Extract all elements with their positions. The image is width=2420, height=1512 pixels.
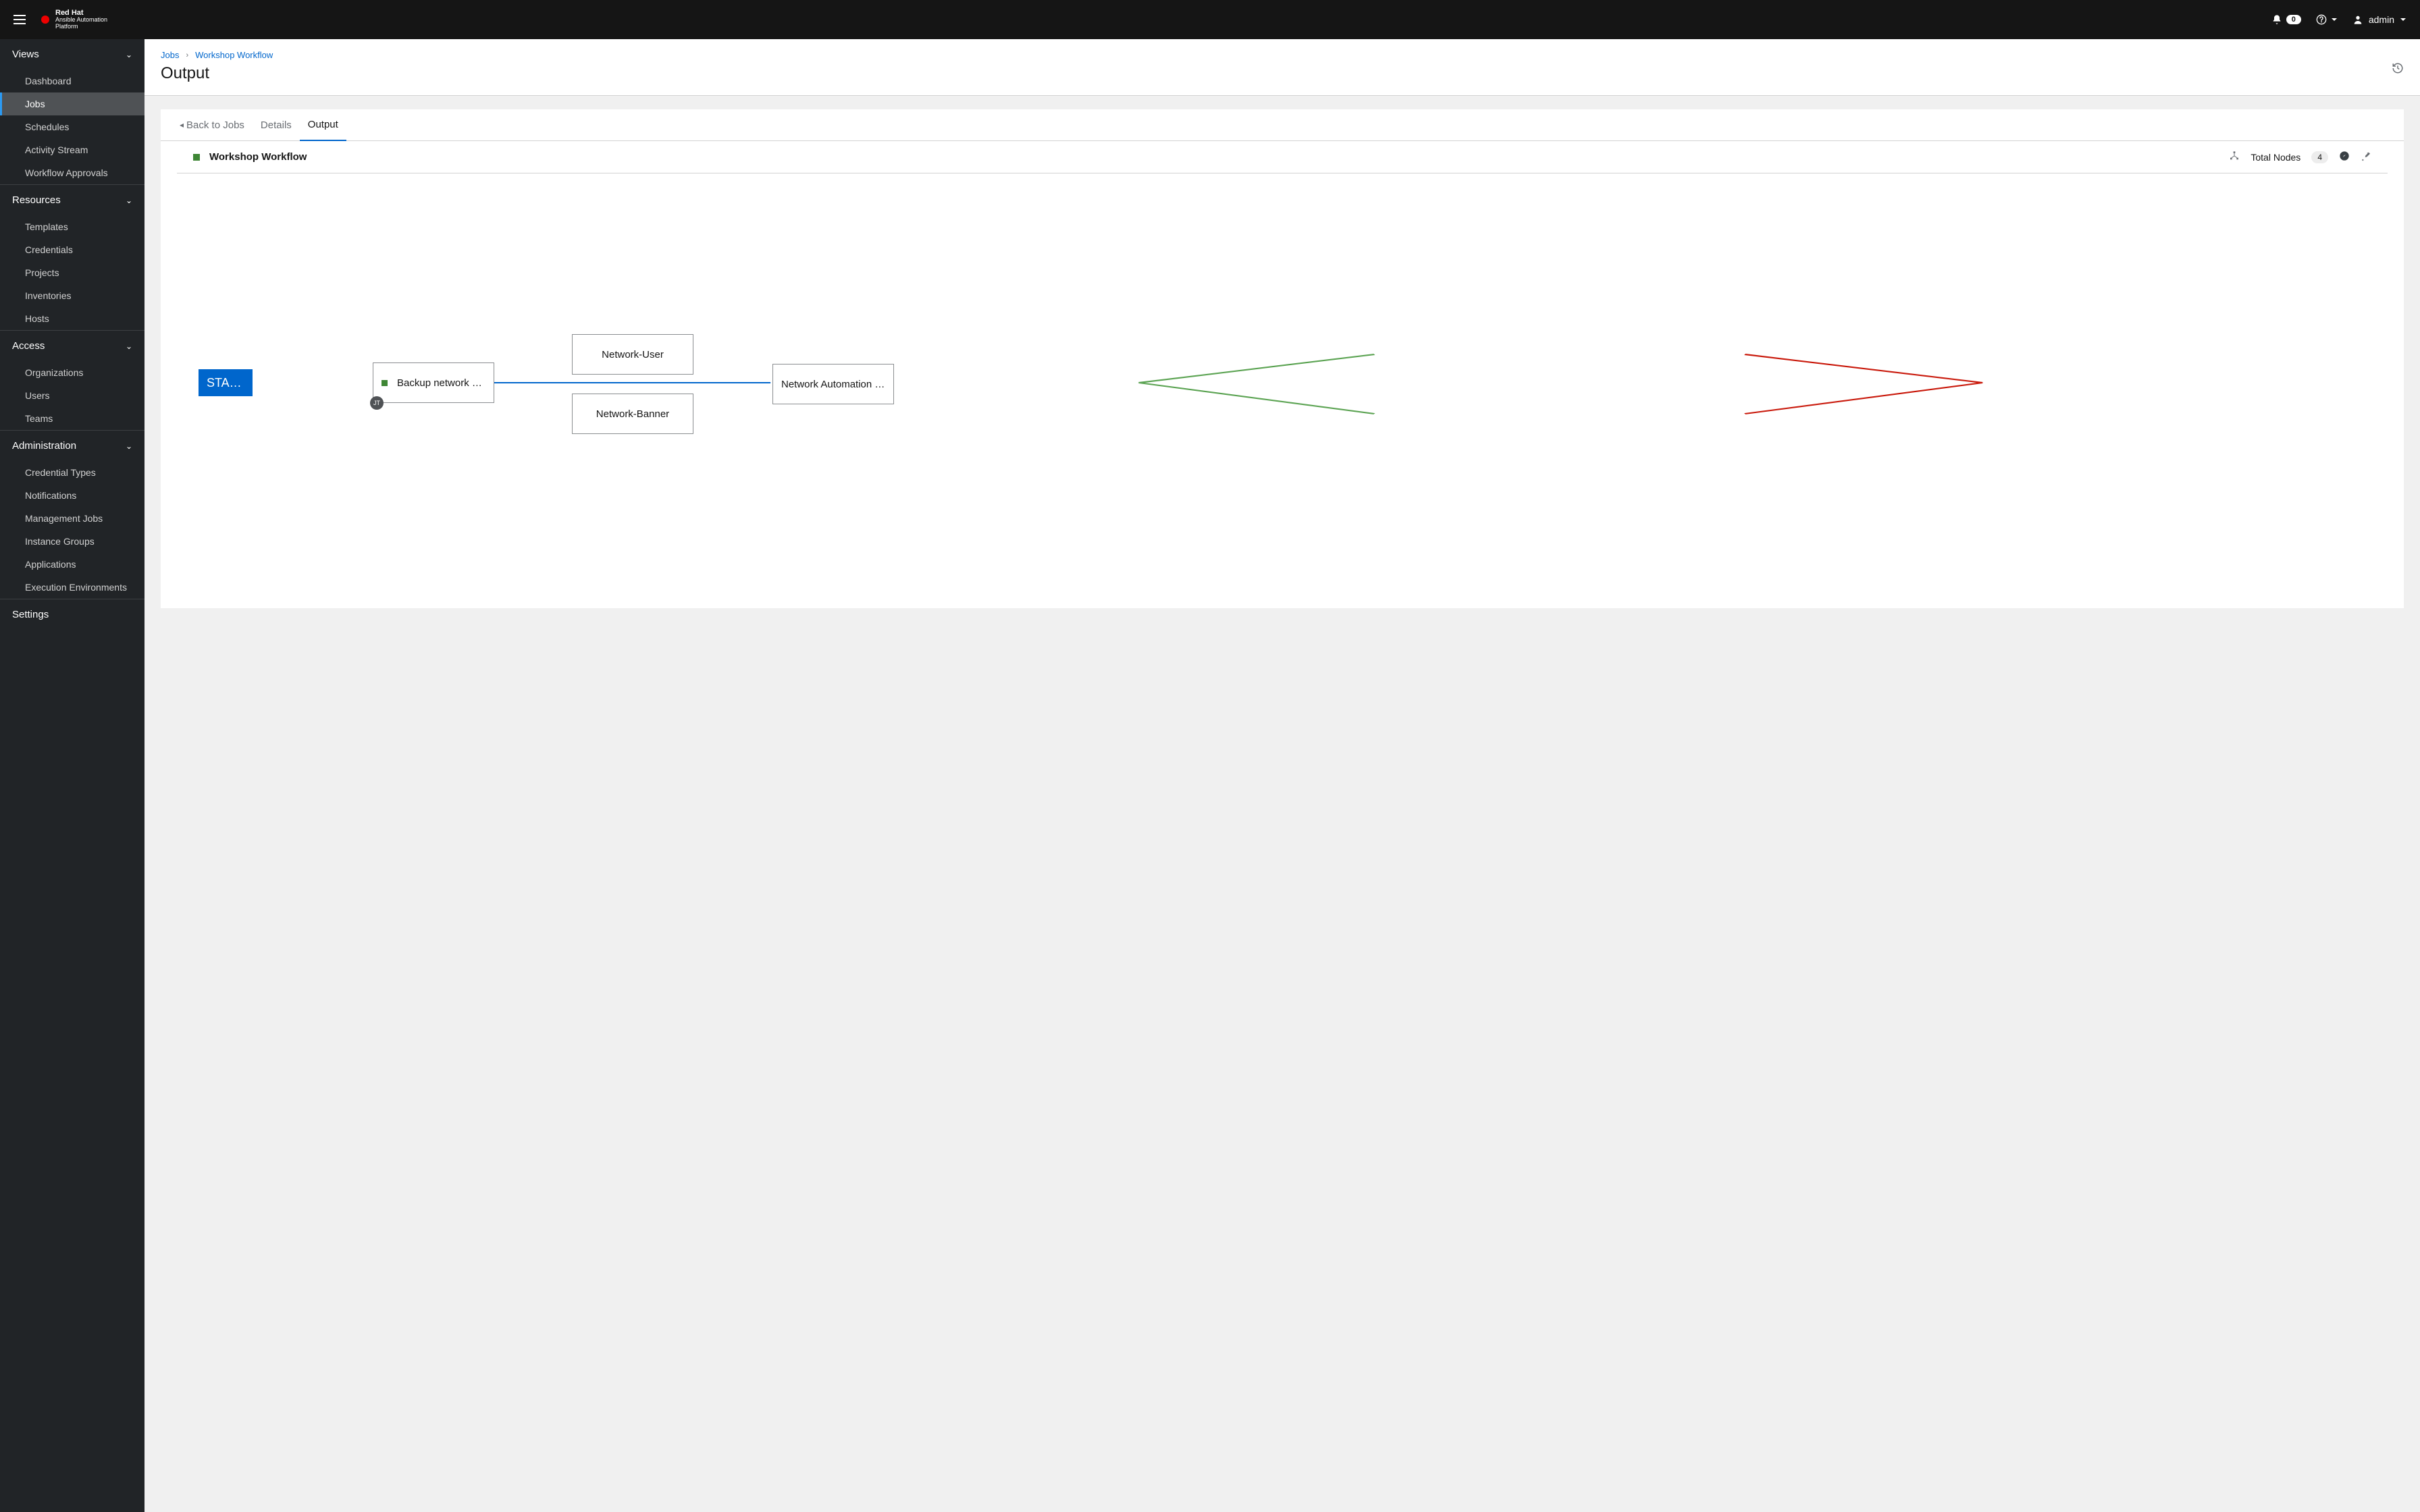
workflow-graph-icon[interactable] xyxy=(2229,151,2240,163)
sidebar-item-users[interactable]: Users xyxy=(0,384,144,407)
sidebar-item-organizations[interactable]: Organizations xyxy=(0,361,144,384)
tab-back-to-jobs[interactable]: ◂ Back to Jobs xyxy=(172,109,253,140)
chevron-down-icon: ⌄ xyxy=(126,196,132,205)
hamburger-menu-button[interactable] xyxy=(14,15,26,24)
nav-group-label: Access xyxy=(12,340,45,352)
workflow-node-network-user[interactable]: Network-User xyxy=(572,334,693,375)
jt-badge: JT xyxy=(370,396,384,410)
sidebar-item-teams[interactable]: Teams xyxy=(0,407,144,430)
tools-button[interactable] xyxy=(2361,151,2371,163)
workflow-node-start[interactable]: START xyxy=(199,369,253,396)
node-label: Network Automation - Re… xyxy=(781,379,885,390)
compass-button[interactable] xyxy=(2339,151,2350,163)
sidebar-nav: Views ⌄ Dashboard Jobs Schedules Activit… xyxy=(0,39,144,1512)
chevron-right-icon: › xyxy=(186,51,188,59)
node-label: Network-Banner xyxy=(596,408,669,420)
total-nodes-label: Total Nodes xyxy=(2251,152,2300,163)
bell-icon xyxy=(2271,14,2282,25)
node-label: Backup network confi… xyxy=(397,377,485,389)
sidebar-item-workflow-approvals[interactable]: Workflow Approvals xyxy=(0,161,144,184)
nav-group-label: Administration xyxy=(12,440,76,452)
page-title: Output xyxy=(161,64,2404,83)
node-label: Network-User xyxy=(602,349,664,360)
workflow-node-network-automation[interactable]: Network Automation - Re… xyxy=(772,364,894,404)
workflow-node-network-banner[interactable]: Network-Banner xyxy=(572,394,693,434)
tabs: ◂ Back to Jobs Details Output xyxy=(161,109,2404,141)
output-card: ◂ Back to Jobs Details Output Workshop W… xyxy=(161,109,2404,608)
sidebar-item-hosts[interactable]: Hosts xyxy=(0,307,144,330)
nav-group-views[interactable]: Views ⌄ xyxy=(0,39,144,70)
sidebar-item-instance-groups[interactable]: Instance Groups xyxy=(0,530,144,553)
sidebar-item-inventories[interactable]: Inventories xyxy=(0,284,144,307)
nav-group-label: Resources xyxy=(12,194,61,206)
caret-left-icon: ◂ xyxy=(180,120,184,130)
status-running-icon xyxy=(193,154,200,161)
breadcrumb-workflow-link[interactable]: Workshop Workflow xyxy=(195,50,273,60)
history-icon xyxy=(2392,62,2404,74)
question-icon xyxy=(2316,14,2327,25)
nav-group-administration[interactable]: Administration ⌄ xyxy=(0,431,144,461)
breadcrumb: Jobs › Workshop Workflow xyxy=(161,50,2404,60)
status-running-icon xyxy=(382,380,388,386)
tab-label: Back to Jobs xyxy=(186,119,244,131)
page-header: Jobs › Workshop Workflow Output xyxy=(144,39,2420,96)
sidebar-item-credential-types[interactable]: Credential Types xyxy=(0,461,144,484)
tab-output[interactable]: Output xyxy=(300,109,346,141)
nav-group-resources[interactable]: Resources ⌄ xyxy=(0,185,144,215)
tab-details[interactable]: Details xyxy=(253,109,300,140)
top-header: Red Hat Ansible Automation Platform 0 ad… xyxy=(0,0,2420,39)
sidebar-item-jobs[interactable]: Jobs xyxy=(0,92,144,115)
chevron-down-icon: ⌄ xyxy=(126,342,132,351)
sidebar-item-templates[interactable]: Templates xyxy=(0,215,144,238)
workflow-canvas[interactable]: START Backup network confi… JT Network-U… xyxy=(177,173,2388,592)
nav-group-label: Settings xyxy=(12,609,49,620)
history-button[interactable] xyxy=(2392,62,2404,76)
username-label: admin xyxy=(2369,14,2394,25)
workflow-header: Workshop Workflow Total Nodes 4 xyxy=(177,141,2388,173)
chevron-down-icon: ⌄ xyxy=(126,50,132,59)
user-menu-button[interactable]: admin xyxy=(2352,14,2406,25)
sidebar-item-notifications[interactable]: Notifications xyxy=(0,484,144,507)
caret-down-icon xyxy=(2400,16,2406,23)
node-label: START xyxy=(207,376,244,390)
user-icon xyxy=(2352,14,2363,25)
workflow-title: Workshop Workflow xyxy=(209,151,307,163)
sidebar-item-schedules[interactable]: Schedules xyxy=(0,115,144,138)
breadcrumb-jobs-link[interactable]: Jobs xyxy=(161,50,179,60)
notifications-button[interactable]: 0 xyxy=(2271,14,2301,25)
sidebar-item-applications[interactable]: Applications xyxy=(0,553,144,576)
help-button[interactable] xyxy=(2316,14,2338,25)
sidebar-item-projects[interactable]: Projects xyxy=(0,261,144,284)
sidebar-item-dashboard[interactable]: Dashboard xyxy=(0,70,144,92)
total-nodes-count: 4 xyxy=(2311,151,2328,163)
nav-group-settings[interactable]: Settings xyxy=(0,599,144,630)
workflow-node-backup[interactable]: Backup network confi… xyxy=(373,362,494,403)
sidebar-item-activity-stream[interactable]: Activity Stream xyxy=(0,138,144,161)
caret-down-icon xyxy=(2331,16,2338,23)
main-content: Jobs › Workshop Workflow Output ◂ Back t… xyxy=(144,39,2420,1512)
sidebar-item-credentials[interactable]: Credentials xyxy=(0,238,144,261)
chevron-down-icon: ⌄ xyxy=(126,441,132,451)
brand-logo[interactable]: Red Hat Ansible Automation Platform xyxy=(39,9,107,30)
workflow-edges xyxy=(177,173,2388,592)
notification-count-badge: 0 xyxy=(2286,15,2301,24)
sidebar-item-management-jobs[interactable]: Management Jobs xyxy=(0,507,144,530)
nav-group-access[interactable]: Access ⌄ xyxy=(0,331,144,361)
redhat-icon xyxy=(39,14,51,26)
nav-group-label: Views xyxy=(12,49,39,60)
brand-line3: Platform xyxy=(55,24,107,30)
sidebar-item-execution-environments[interactable]: Execution Environments xyxy=(0,576,144,599)
